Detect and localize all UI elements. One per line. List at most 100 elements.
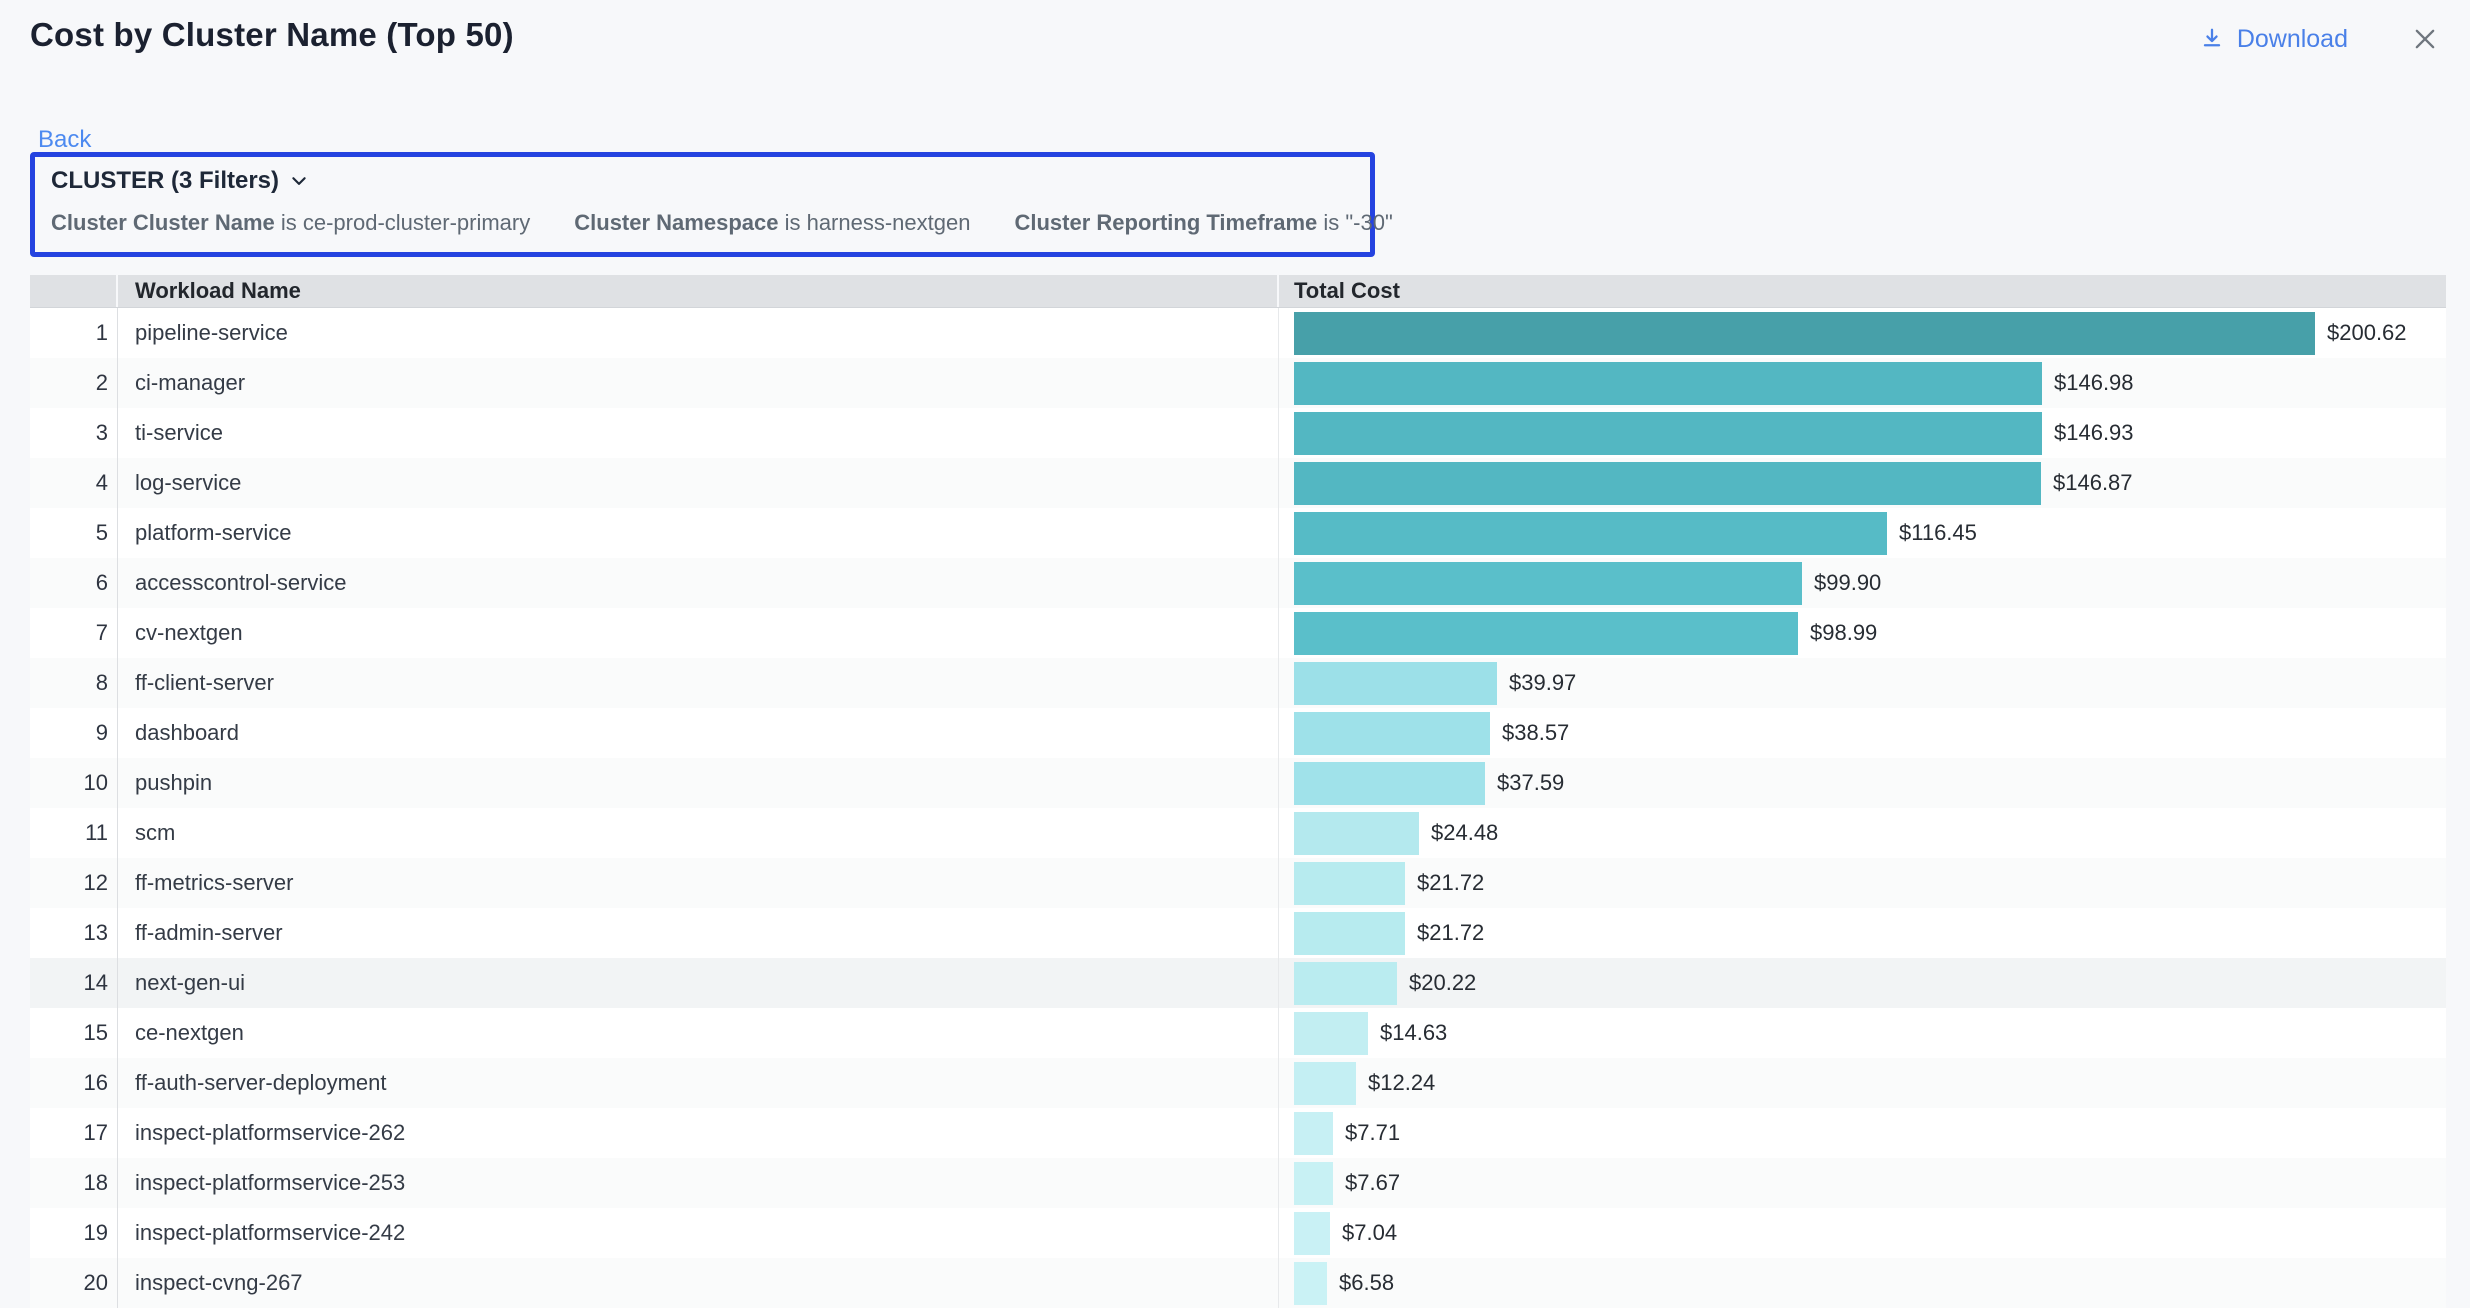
workload-name-cell: inspect-platformservice-262 <box>118 1108 1279 1158</box>
cost-bar <box>1294 512 1887 555</box>
cost-value-label: $20.22 <box>1409 970 1476 996</box>
cost-cell: $146.87 <box>1279 458 2446 508</box>
cost-cell: $146.98 <box>1279 358 2446 408</box>
cluster-filter-dropdown-label: CLUSTER (3 Filters) <box>51 167 279 195</box>
cost-value-label: $7.04 <box>1342 1220 1397 1246</box>
rank-cell: 3 <box>30 408 118 458</box>
cost-bar <box>1294 1212 1330 1255</box>
rank-cell: 7 <box>30 608 118 658</box>
rank-cell: 6 <box>30 558 118 608</box>
table-row: 5 platform-service $116.45 <box>30 508 2446 558</box>
table-row: 16 ff-auth-server-deployment $12.24 <box>30 1058 2446 1108</box>
cost-bar <box>1294 462 2041 505</box>
table-row: 7 cv-nextgen $98.99 <box>30 608 2446 658</box>
cost-cell: $7.67 <box>1279 1158 2446 1208</box>
cost-value-label: $37.59 <box>1497 770 1564 796</box>
total-cost-column-header: Total Cost <box>1279 275 2446 307</box>
rank-cell: 19 <box>30 1208 118 1258</box>
cost-bar <box>1294 662 1497 705</box>
workload-name-cell: dashboard <box>118 708 1279 758</box>
table-row: 1 pipeline-service $200.62 <box>30 308 2446 358</box>
download-label: Download <box>2237 25 2348 54</box>
cost-bar <box>1294 1012 1368 1055</box>
rank-cell: 12 <box>30 858 118 908</box>
rank-cell: 18 <box>30 1158 118 1208</box>
rank-cell: 2 <box>30 358 118 408</box>
rank-cell: 13 <box>30 908 118 958</box>
rank-cell: 8 <box>30 658 118 708</box>
table-row: 2 ci-manager $146.98 <box>30 358 2446 408</box>
cost-cell: $99.90 <box>1279 558 2446 608</box>
workload-name-cell: inspect-platformservice-242 <box>118 1208 1279 1258</box>
workload-name-cell: pipeline-service <box>118 308 1279 358</box>
download-button[interactable]: Download <box>2199 25 2348 54</box>
table-row: 18 inspect-platformservice-253 $7.67 <box>30 1158 2446 1208</box>
workload-name-cell: cv-nextgen <box>118 608 1279 658</box>
cost-value-label: $98.99 <box>1810 620 1877 646</box>
workload-name-cell: log-service <box>118 458 1279 508</box>
cost-by-cluster-modal: Cost by Cluster Name (Top 50) Download B… <box>0 0 2470 1302</box>
rank-cell: 14 <box>30 958 118 1008</box>
cost-cell: $39.97 <box>1279 658 2446 708</box>
cost-bar <box>1294 1162 1333 1205</box>
cost-bar <box>1294 612 1798 655</box>
workload-name-column-header: Workload Name <box>118 275 1279 307</box>
back-link[interactable]: Back <box>38 126 91 154</box>
rank-cell: 17 <box>30 1108 118 1158</box>
workload-name-cell: ff-metrics-server <box>118 858 1279 908</box>
cost-value-label: $24.48 <box>1431 820 1498 846</box>
table-row: 17 inspect-platformservice-262 $7.71 <box>30 1108 2446 1158</box>
cost-cell: $146.93 <box>1279 408 2446 458</box>
cost-value-label: $200.62 <box>2327 320 2407 346</box>
rank-cell: 1 <box>30 308 118 358</box>
cost-value-label: $146.98 <box>2054 370 2134 396</box>
table-row: 9 dashboard $38.57 <box>30 708 2446 758</box>
table-row: 8 ff-client-server $39.97 <box>30 658 2446 708</box>
cost-cell: $21.72 <box>1279 908 2446 958</box>
cost-bar <box>1294 812 1419 855</box>
header-actions: Download <box>2199 22 2442 56</box>
cost-cell: $6.58 <box>1279 1258 2446 1308</box>
cost-cell: $21.72 <box>1279 858 2446 908</box>
cost-cell: $7.04 <box>1279 1208 2446 1258</box>
table-row: 15 ce-nextgen $14.63 <box>30 1008 2446 1058</box>
cost-value-label: $14.63 <box>1380 1020 1447 1046</box>
filter-chip-label: Cluster Namespace <box>574 210 778 235</box>
cost-value-label: $116.45 <box>1899 520 1977 546</box>
table-row: 14 next-gen-ui $20.22 <box>30 958 2446 1008</box>
close-button[interactable] <box>2408 22 2442 56</box>
rank-cell: 15 <box>30 1008 118 1058</box>
cost-cell: $14.63 <box>1279 1008 2446 1058</box>
table-row: 6 accesscontrol-service $99.90 <box>30 558 2446 608</box>
workload-name-cell: ff-auth-server-deployment <box>118 1058 1279 1108</box>
cost-bar <box>1294 762 1485 805</box>
rank-cell: 20 <box>30 1258 118 1308</box>
rank-cell: 16 <box>30 1058 118 1108</box>
cost-cell: $7.71 <box>1279 1108 2446 1158</box>
table-row: 10 pushpin $37.59 <box>30 758 2446 808</box>
filter-chip[interactable]: Cluster Namespace is harness-nextgen <box>574 210 970 236</box>
workload-name-cell: pushpin <box>118 758 1279 808</box>
workload-name-cell: ti-service <box>118 408 1279 458</box>
rank-cell: 4 <box>30 458 118 508</box>
workload-name-cell: next-gen-ui <box>118 958 1279 1008</box>
cluster-filter-dropdown[interactable]: CLUSTER (3 Filters) <box>51 167 309 195</box>
cost-value-label: $146.93 <box>2054 420 2134 446</box>
cost-bar <box>1294 562 1802 605</box>
cost-bar <box>1294 862 1405 905</box>
cost-cell: $116.45 <box>1279 508 2446 558</box>
rank-cell: 9 <box>30 708 118 758</box>
cost-bar <box>1294 962 1397 1005</box>
cost-value-label: $21.72 <box>1417 870 1484 896</box>
rank-column-header <box>30 275 118 307</box>
cost-cell: $24.48 <box>1279 808 2446 858</box>
cost-bar <box>1294 1112 1333 1155</box>
filter-chip[interactable]: Cluster Reporting Timeframe is "-30" <box>1014 210 1392 236</box>
filter-chip[interactable]: Cluster Cluster Name is ce-prod-cluster-… <box>51 210 530 236</box>
cost-value-label: $7.71 <box>1345 1120 1400 1146</box>
rank-cell: 5 <box>30 508 118 558</box>
workload-name-cell: inspect-platformservice-253 <box>118 1158 1279 1208</box>
cost-value-label: $12.24 <box>1368 1070 1435 1096</box>
filter-chip-label: Cluster Reporting Timeframe <box>1014 210 1317 235</box>
cost-value-label: $21.72 <box>1417 920 1484 946</box>
